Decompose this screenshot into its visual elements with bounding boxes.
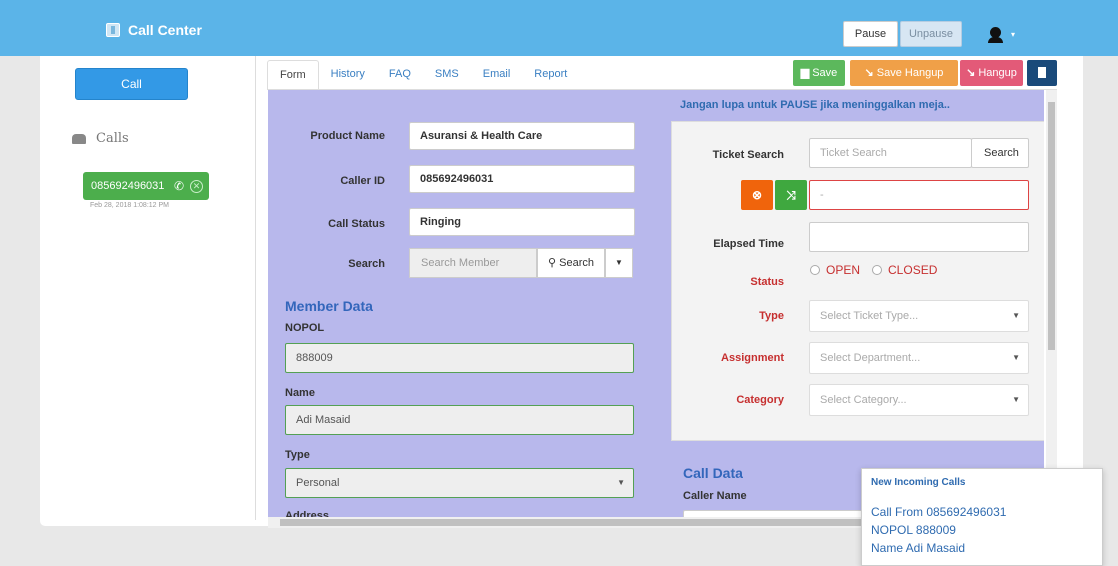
calls-header-label: Calls	[96, 131, 129, 146]
calls-header: Calls	[72, 131, 129, 146]
product-name-field[interactable]: Asuransi & Health Care	[409, 122, 635, 150]
call-status-label: Call Status	[328, 218, 385, 230]
ticket-panel: Ticket Search Ticket Search Search ⊗ ⤨ -…	[671, 121, 1044, 441]
status-open-radio[interactable]	[810, 265, 820, 275]
phone-icon: ✆	[173, 179, 184, 193]
assignment-select[interactable]: Select Department... ▼	[809, 342, 1029, 374]
call-status-field[interactable]: Ringing	[409, 208, 635, 236]
close-call-icon[interactable]: ✕	[190, 179, 203, 193]
member-search-group: Search Member ⚲ Search ▼	[409, 248, 636, 278]
name-field[interactable]: Adi Masaid	[285, 405, 634, 435]
name-label: Name	[285, 387, 315, 399]
member-search-button[interactable]: ⚲ Search	[537, 248, 605, 278]
tab-history[interactable]: History	[319, 60, 377, 90]
status-closed-label: CLOSED	[888, 263, 938, 277]
notification-caller: Call From 085692496031	[871, 505, 1007, 519]
assignment-label: Assignment	[721, 352, 784, 364]
hangup-icon: ↘	[966, 67, 976, 79]
category-label: Category	[736, 394, 784, 406]
tab-form[interactable]: Form	[267, 60, 319, 90]
ticket-cancel-button[interactable]: ⊗	[741, 180, 773, 210]
call-button[interactable]: Call	[75, 68, 188, 100]
caller-name-label: Caller Name	[683, 490, 747, 502]
elapsed-time-label: Elapsed Time	[713, 238, 784, 250]
active-call-number: 085692496031	[91, 180, 165, 192]
app-logo-icon	[106, 23, 120, 37]
status-open-label: OPEN	[826, 263, 861, 277]
caller-id-field[interactable]: 085692496031	[409, 165, 635, 193]
vertical-scrollbar[interactable]	[1046, 90, 1057, 518]
category-placeholder: Select Category...	[820, 394, 907, 406]
save-hangup-button[interactable]: ↘ Save Hangup	[850, 60, 958, 86]
pause-reminder-notice: Jangan lupa untuk PAUSE jika meninggalka…	[680, 99, 950, 111]
vertical-scrollbar-thumb[interactable]	[1048, 102, 1055, 350]
ticket-type-label: Type	[759, 310, 784, 322]
search-icon: ⚲	[548, 257, 557, 269]
incoming-call-notification[interactable]: New Incoming Calls Call From 08569249603…	[861, 468, 1103, 566]
ticket-type-placeholder: Select Ticket Type...	[820, 310, 919, 322]
save-label: Save	[812, 67, 838, 79]
notification-title: New Incoming Calls	[871, 477, 966, 488]
search-dropdown-toggle[interactable]: ▼	[605, 248, 633, 278]
ticket-search-button[interactable]: Search	[971, 138, 1029, 168]
ticket-search-input[interactable]: Ticket Search	[809, 138, 972, 168]
shuffle-icon: ⤨	[786, 188, 796, 202]
hangup-button[interactable]: ↘ Hangup	[960, 60, 1023, 86]
chevron-down-icon: ▼	[1012, 395, 1020, 404]
category-select[interactable]: Select Category... ▼	[809, 384, 1029, 416]
nopol-label: NOPOL	[285, 322, 325, 334]
horizontal-scrollbar-thumb[interactable]	[280, 519, 870, 526]
chevron-down-icon: ▼	[1012, 353, 1020, 362]
member-type-select[interactable]: Personal ▼	[285, 468, 634, 498]
elapsed-time-field[interactable]	[809, 222, 1029, 252]
sidebar-divider	[255, 56, 256, 520]
member-type-value: Personal	[296, 477, 340, 489]
hangup-icon: ↘	[864, 67, 874, 79]
ticket-type-select[interactable]: Select Ticket Type... ▼	[809, 300, 1029, 332]
user-icon	[988, 27, 1003, 43]
active-call-time: Feb 28, 2018 1:08:12 PM	[90, 202, 169, 209]
product-name-label: Product Name	[310, 130, 385, 142]
member-data-title: Member Data	[285, 298, 373, 314]
pause-button[interactable]: Pause	[843, 21, 898, 47]
notification-nopol: NOPOL 888009	[871, 523, 956, 537]
ticket-number-field[interactable]: -	[809, 180, 1029, 210]
save-hangup-label: Save Hangup	[876, 67, 944, 79]
tab-faq[interactable]: FAQ	[377, 60, 423, 90]
cancel-icon: ⊗	[751, 188, 763, 202]
status-radio-group: OPEN CLOSED	[810, 263, 937, 277]
app-brand[interactable]: Call Center	[106, 22, 202, 38]
chevron-down-icon: ▼	[1012, 311, 1020, 320]
chevron-down-icon: ▾	[1011, 30, 1016, 39]
save-button[interactable]: ▆ Save	[793, 60, 845, 86]
status-label: Status	[750, 276, 784, 288]
ticket-shuffle-button[interactable]: ⤨	[775, 180, 807, 210]
user-menu[interactable]: ▾	[988, 26, 1016, 43]
document-icon	[1038, 67, 1046, 78]
save-icon: ▆	[800, 67, 810, 79]
tab-report[interactable]: Report	[522, 60, 579, 90]
call-data-title: Call Data	[683, 465, 743, 481]
phone-icon	[72, 133, 86, 144]
search-label: Search	[348, 258, 385, 270]
member-search-button-label: Search	[559, 257, 594, 269]
tab-sms[interactable]: SMS	[423, 60, 471, 90]
form-content: Product Name Asuransi & Health Care Call…	[268, 90, 1044, 518]
type-label: Type	[285, 449, 310, 461]
chevron-down-icon: ▼	[617, 478, 625, 487]
app-title: Call Center	[128, 22, 202, 38]
ticket-search-label: Ticket Search	[712, 149, 784, 161]
caller-id-label: Caller ID	[340, 175, 385, 187]
tab-email[interactable]: Email	[471, 60, 523, 90]
nopol-field[interactable]: 888009	[285, 343, 634, 373]
active-call-item[interactable]: 085692496031 ✆ ✕	[83, 172, 209, 200]
unpause-button[interactable]: Unpause	[900, 21, 962, 47]
form-tabs: Form History FAQ SMS Email Report	[267, 60, 579, 90]
hangup-label: Hangup	[978, 67, 1017, 79]
notification-name: Name Adi Masaid	[871, 541, 966, 555]
member-search-input[interactable]: Search Member	[409, 248, 537, 278]
status-closed-radio[interactable]	[872, 265, 883, 275]
assignment-placeholder: Select Department...	[820, 352, 921, 364]
document-button[interactable]	[1027, 60, 1057, 86]
